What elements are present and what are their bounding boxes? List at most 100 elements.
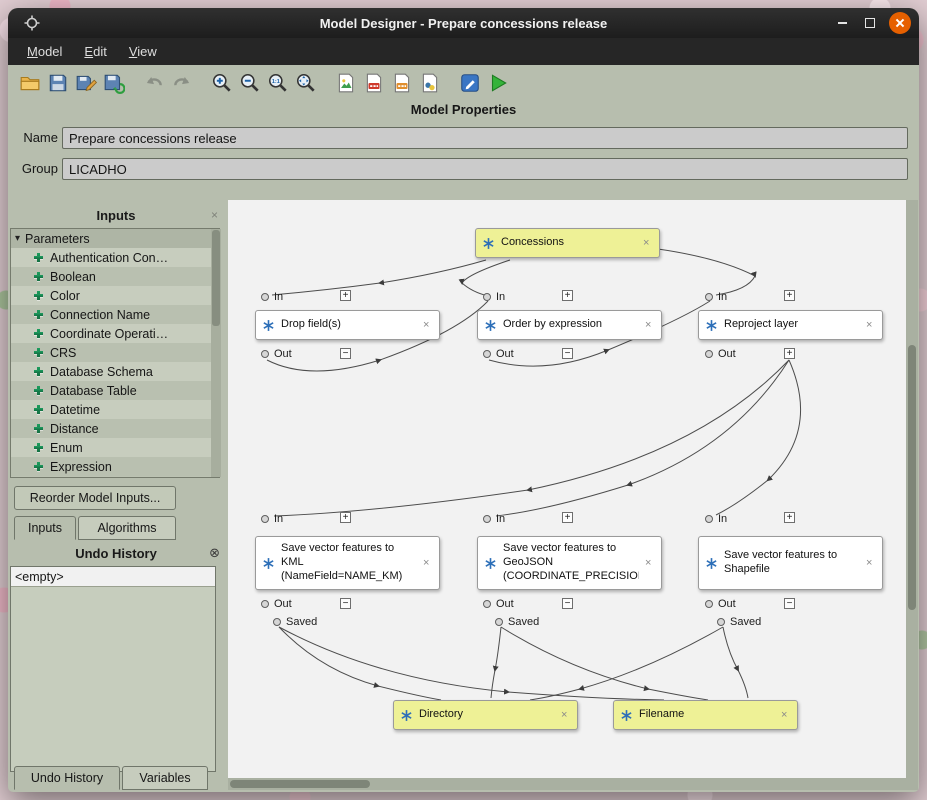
node-remove-icon[interactable]: × (866, 320, 876, 330)
node-remove-icon[interactable]: × (645, 558, 655, 568)
collapse-out-icon[interactable]: − (340, 598, 351, 609)
tab-algorithms[interactable]: Algorithms (78, 516, 176, 540)
port-saved[interactable]: Saved (273, 616, 317, 628)
port-in[interactable]: In (705, 291, 727, 303)
expand-in-icon[interactable]: + (562, 290, 573, 301)
minimize-button[interactable] (831, 12, 853, 34)
node-save-kml[interactable]: Save vector features to KML (NameField=N… (255, 536, 440, 590)
open-model-icon[interactable] (16, 69, 44, 97)
expand-in-icon[interactable]: + (340, 290, 351, 301)
port-in[interactable]: In (705, 513, 727, 525)
port-saved[interactable]: Saved (717, 616, 761, 628)
menu-edit[interactable]: Edit (73, 40, 117, 63)
maximize-button[interactable] (859, 12, 881, 34)
tab-inputs[interactable]: Inputs (14, 516, 76, 540)
save-model-in-project-icon[interactable] (100, 69, 128, 97)
export-as-svg-icon[interactable] (388, 69, 416, 97)
node-remove-icon[interactable]: × (643, 238, 653, 248)
node-save-shapefile[interactable]: Save vector features to Shapefile × (698, 536, 883, 590)
socket-dot[interactable] (261, 350, 269, 358)
tree-item-expression[interactable]: Expression (11, 457, 219, 476)
expand-in-icon[interactable]: + (562, 512, 573, 523)
tree-item-connection-name[interactable]: Connection Name (11, 305, 219, 324)
titlebar[interactable]: Model Designer - Prepare concessions rel… (8, 8, 919, 38)
node-remove-icon[interactable]: × (866, 558, 876, 568)
socket-dot[interactable] (705, 293, 713, 301)
node-remove-icon[interactable]: × (423, 320, 433, 330)
scrollbar-thumb[interactable] (212, 230, 220, 326)
node-reproject-layer[interactable]: Reproject layer × (698, 310, 883, 340)
model-name-input[interactable] (62, 127, 908, 149)
port-in[interactable]: In (483, 513, 505, 525)
tree-item-crs[interactable]: CRS (11, 343, 219, 362)
node-save-geojson[interactable]: Save vector features to GeoJSON (COORDIN… (477, 536, 662, 590)
node-directory[interactable]: Directory × (393, 700, 578, 730)
port-saved[interactable]: Saved (495, 616, 539, 628)
port-out[interactable]: Out (261, 598, 292, 610)
port-out[interactable]: Out (705, 348, 736, 360)
inputs-panel-close-icon[interactable]: × (211, 208, 218, 222)
port-in[interactable]: In (261, 513, 283, 525)
socket-dot[interactable] (483, 350, 491, 358)
scrollbar-thumb[interactable] (230, 780, 370, 788)
redo-icon[interactable] (168, 69, 196, 97)
node-drop-fields[interactable]: Drop field(s) × (255, 310, 440, 340)
node-remove-icon[interactable]: × (645, 320, 655, 330)
tree-root-parameters[interactable]: ▾ Parameters (11, 229, 219, 248)
socket-dot[interactable] (705, 600, 713, 608)
collapse-out-icon[interactable]: − (340, 348, 351, 359)
tree-item-coordinate-operation[interactable]: Coordinate Operati… (11, 324, 219, 343)
expand-in-icon[interactable]: + (784, 290, 795, 301)
collapse-out-icon[interactable]: − (784, 598, 795, 609)
port-in[interactable]: In (261, 291, 283, 303)
node-remove-icon[interactable]: × (561, 710, 571, 720)
chevron-down-icon[interactable]: ▾ (15, 233, 20, 244)
socket-dot[interactable] (483, 600, 491, 608)
port-out[interactable]: Out (483, 348, 514, 360)
tree-item-distance[interactable]: Distance (11, 419, 219, 438)
tree-item-database-table[interactable]: Database Table (11, 381, 219, 400)
socket-dot[interactable] (483, 293, 491, 301)
zoom-out-icon[interactable] (236, 69, 264, 97)
save-model-as-icon[interactable] (72, 69, 100, 97)
edit-model-properties-icon[interactable] (456, 69, 484, 97)
export-as-image-icon[interactable] (332, 69, 360, 97)
reorder-model-inputs-button[interactable]: Reorder Model Inputs... (14, 486, 176, 510)
tree-item-database-schema[interactable]: Database Schema (11, 362, 219, 381)
undo-history-entry[interactable]: <empty> (11, 567, 215, 587)
socket-dot[interactable] (495, 618, 503, 626)
collapse-out-icon[interactable]: − (562, 598, 573, 609)
tab-variables[interactable]: Variables (122, 766, 208, 790)
tree-item-datetime[interactable]: Datetime (11, 400, 219, 419)
collapse-out-icon[interactable]: − (562, 348, 573, 359)
save-model-icon[interactable] (44, 69, 72, 97)
port-out[interactable]: Out (705, 598, 736, 610)
node-filename[interactable]: Filename × (613, 700, 798, 730)
port-in[interactable]: In (483, 291, 505, 303)
node-remove-icon[interactable]: × (781, 710, 791, 720)
close-button[interactable] (889, 12, 911, 34)
socket-dot[interactable] (483, 515, 491, 523)
tree-item-color[interactable]: Color (11, 286, 219, 305)
socket-dot[interactable] (705, 350, 713, 358)
undo-icon[interactable] (140, 69, 168, 97)
tree-item-boolean[interactable]: Boolean (11, 267, 219, 286)
export-as-python-icon[interactable] (416, 69, 444, 97)
undo-history-list[interactable]: <empty> (10, 566, 216, 772)
undo-history-close-icon[interactable]: ⊗ (209, 545, 220, 561)
zoom-actual-size-icon[interactable]: 1:1 (264, 69, 292, 97)
socket-dot[interactable] (261, 293, 269, 301)
menu-view[interactable]: View (118, 40, 168, 63)
node-remove-icon[interactable]: × (423, 558, 433, 568)
model-canvas[interactable]: Concessions × In + In + In + Drop field(… (228, 200, 918, 790)
zoom-in-icon[interactable] (208, 69, 236, 97)
scrollbar-thumb[interactable] (908, 345, 916, 610)
tree-item-enum[interactable]: Enum (11, 438, 219, 457)
export-as-pdf-icon[interactable] (360, 69, 388, 97)
expand-out-icon[interactable]: + (784, 348, 795, 359)
expand-in-icon[interactable]: + (784, 512, 795, 523)
model-group-input[interactable] (62, 158, 908, 180)
horizontal-scrollbar[interactable] (228, 778, 906, 790)
menu-model[interactable]: Model (16, 40, 73, 63)
run-model-icon[interactable] (484, 69, 512, 97)
